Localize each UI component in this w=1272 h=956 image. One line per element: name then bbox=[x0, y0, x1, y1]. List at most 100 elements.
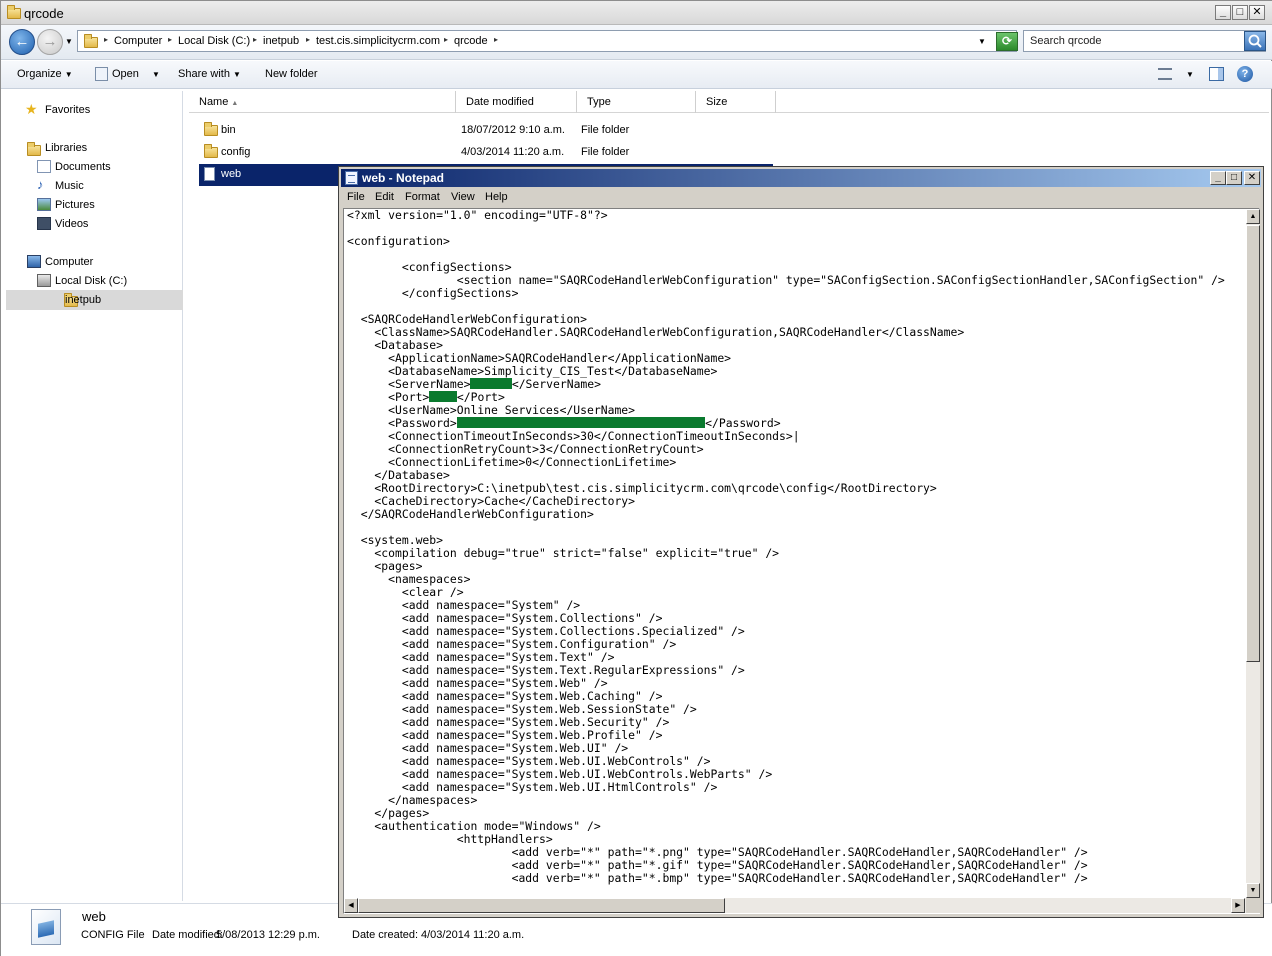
address-box[interactable]: ▸ Computer ▸ Local Disk (C:) ▸ inetpub ▸… bbox=[77, 30, 1017, 52]
text-line: <configuration> bbox=[347, 235, 1242, 248]
view-options-icon[interactable] bbox=[1158, 68, 1172, 80]
text-line-content: <DatabaseName>Simplicity_CIS_Test</Datab… bbox=[347, 364, 718, 378]
sort-ascending-icon: ▲ bbox=[231, 100, 239, 107]
text-line-content: <authentication mode="Windows" /> bbox=[347, 819, 601, 833]
notepad-maximize-button[interactable]: □ bbox=[1226, 171, 1242, 185]
notepad-close-button[interactable]: ✕ bbox=[1244, 171, 1260, 185]
column-size[interactable]: Size bbox=[696, 91, 776, 113]
text-line-content: <add namespace="System.Web.UI.WebControl… bbox=[347, 767, 773, 781]
detail-date-modified: 5/08/2013 12:29 p.m. bbox=[216, 929, 320, 941]
text-line-content: <add namespace="System.Web.Profile" /> bbox=[347, 728, 663, 742]
breadcrumb-site[interactable]: test.cis.simplicitycrm.com bbox=[316, 35, 440, 47]
maximize-button[interactable]: □ bbox=[1232, 5, 1248, 20]
column-name-label: Name bbox=[199, 96, 229, 108]
text-line-content: <system.web> bbox=[347, 533, 444, 547]
notepad-content[interactable]: <?xml version="1.0" encoding="UTF-8"?> <c… bbox=[347, 209, 1242, 897]
menu-edit[interactable]: Edit bbox=[375, 191, 394, 203]
refresh-button[interactable]: ⟳ bbox=[996, 32, 1018, 51]
preview-pane-icon[interactable] bbox=[1209, 67, 1224, 81]
text-line-tail: </Password> bbox=[705, 416, 781, 430]
open-dropdown-chevron-icon[interactable]: ▼ bbox=[152, 70, 160, 79]
text-line-content: <section name="SAQRCodeHandlerWebConfigu… bbox=[347, 273, 1225, 287]
back-button[interactable]: ← bbox=[9, 29, 35, 55]
pictures-icon bbox=[37, 198, 51, 211]
scroll-up-arrow-icon[interactable]: ▲ bbox=[1246, 209, 1260, 224]
organize-button[interactable]: Organize ▼ bbox=[17, 68, 73, 80]
scroll-down-arrow-icon[interactable]: ▼ bbox=[1246, 883, 1260, 898]
nav-local-disk[interactable]: Local Disk (C:) bbox=[55, 275, 127, 287]
nav-computer[interactable]: Computer bbox=[45, 256, 93, 268]
share-with-label: Share with bbox=[178, 68, 230, 80]
text-line-content: <ConnectionLifetime>0</ConnectionLifetim… bbox=[347, 455, 677, 469]
libraries-icon bbox=[27, 142, 41, 156]
computer-icon bbox=[27, 255, 41, 268]
explorer-title-bar[interactable]: qrcode _ □ ✕ bbox=[1, 1, 1272, 25]
breadcrumb-local-disk[interactable]: Local Disk (C:) bbox=[178, 35, 250, 47]
menu-view[interactable]: View bbox=[451, 191, 475, 203]
file-row[interactable]: config 4/03/2014 11:20 a.m. File folder bbox=[189, 142, 773, 164]
nav-pictures[interactable]: Pictures bbox=[55, 199, 95, 211]
column-name[interactable]: Name ▲ bbox=[189, 91, 456, 113]
help-icon[interactable]: ? bbox=[1237, 66, 1253, 82]
forward-button[interactable]: → bbox=[37, 29, 63, 55]
detail-date-created: 4/03/2014 11:20 a.m. bbox=[421, 929, 525, 941]
address-dropdown-chevron-icon[interactable]: ▼ bbox=[978, 37, 986, 46]
horizontal-scroll-thumb[interactable] bbox=[358, 898, 725, 913]
breadcrumb-computer[interactable]: Computer bbox=[114, 35, 162, 47]
new-folder-button[interactable]: New folder bbox=[265, 68, 318, 80]
open-button[interactable]: Open bbox=[112, 68, 139, 80]
nav-libraries[interactable]: Libraries bbox=[45, 142, 87, 154]
nav-inetpub[interactable]: inetpub bbox=[65, 294, 101, 306]
breadcrumb-qrcode[interactable]: qrcode bbox=[454, 35, 488, 47]
breadcrumb-separator-icon[interactable]: ▸ bbox=[253, 35, 257, 44]
file-row[interactable]: bin 18/07/2012 9:10 a.m. File folder bbox=[189, 120, 773, 142]
breadcrumb-separator-icon[interactable]: ▸ bbox=[104, 35, 108, 44]
text-line-content: <add namespace="System.Web.Caching" /> bbox=[347, 689, 663, 703]
notepad-minimize-button[interactable]: _ bbox=[1210, 171, 1226, 185]
notepad-title-bar[interactable] bbox=[341, 169, 1261, 187]
share-with-button[interactable]: Share with ▼ bbox=[178, 68, 241, 80]
menu-format[interactable]: Format bbox=[405, 191, 440, 203]
text-line-content: </configSections> bbox=[347, 286, 519, 300]
menu-file[interactable]: File bbox=[347, 191, 365, 203]
chevron-down-icon: ▼ bbox=[64, 70, 73, 79]
file-name: web bbox=[221, 168, 242, 180]
search-input[interactable]: Search qrcode bbox=[1023, 30, 1266, 52]
minimize-button[interactable]: _ bbox=[1215, 5, 1231, 20]
vertical-scroll-thumb[interactable] bbox=[1246, 225, 1260, 662]
text-line: <add verb="*" path="*.bmp" type="SAQRCod… bbox=[347, 872, 1242, 885]
notepad-text-area[interactable]: <?xml version="1.0" encoding="UTF-8"?> <c… bbox=[343, 208, 1260, 914]
text-line: <compilation debug="true" strict="false"… bbox=[347, 547, 1242, 560]
scroll-right-arrow-icon[interactable]: ▶ bbox=[1231, 898, 1245, 913]
search-button[interactable] bbox=[1244, 31, 1266, 51]
text-line-content: <add verb="*" path="*.bmp" type="SAQRCod… bbox=[347, 871, 1088, 885]
breadcrumb-separator-icon[interactable]: ▸ bbox=[494, 35, 498, 44]
detail-file-name: web bbox=[82, 909, 106, 924]
text-line bbox=[347, 521, 1242, 534]
nav-documents[interactable]: Documents bbox=[55, 161, 111, 173]
menu-help[interactable]: Help bbox=[485, 191, 508, 203]
breadcrumb-inetpub[interactable]: inetpub bbox=[263, 35, 299, 47]
column-date-modified[interactable]: Date modified bbox=[456, 91, 577, 113]
breadcrumb-separator-icon[interactable]: ▸ bbox=[168, 35, 172, 44]
view-dropdown-chevron-icon[interactable]: ▼ bbox=[1186, 70, 1194, 79]
text-line: <add namespace="System.Web.UI.HtmlContro… bbox=[347, 781, 1242, 794]
size-grip[interactable] bbox=[1246, 898, 1260, 913]
organize-label: Organize bbox=[17, 68, 62, 80]
close-button[interactable]: ✕ bbox=[1249, 5, 1265, 20]
recent-pages-chevron-icon[interactable]: ▼ bbox=[65, 37, 73, 46]
folder-icon bbox=[7, 5, 21, 19]
column-type[interactable]: Type bbox=[577, 91, 696, 113]
nav-music[interactable]: Music bbox=[55, 180, 84, 192]
scroll-left-arrow-icon[interactable]: ◀ bbox=[344, 898, 358, 913]
text-line-content: <add verb="*" path="*.png" type="SAQRCod… bbox=[347, 845, 1088, 859]
breadcrumb-separator-icon[interactable]: ▸ bbox=[306, 35, 310, 44]
text-line: </configSections> bbox=[347, 287, 1242, 300]
nav-videos[interactable]: Videos bbox=[55, 218, 88, 230]
breadcrumb-separator-icon[interactable]: ▸ bbox=[444, 35, 448, 44]
config-file-icon bbox=[204, 167, 215, 181]
text-line-content: <ConnectionRetryCount>3</ConnectionRetry… bbox=[347, 442, 704, 456]
nav-favorites[interactable]: Favorites bbox=[45, 104, 90, 116]
text-line-content: <add namespace="System" /> bbox=[347, 598, 581, 612]
text-line-content: <clear /> bbox=[347, 585, 464, 599]
